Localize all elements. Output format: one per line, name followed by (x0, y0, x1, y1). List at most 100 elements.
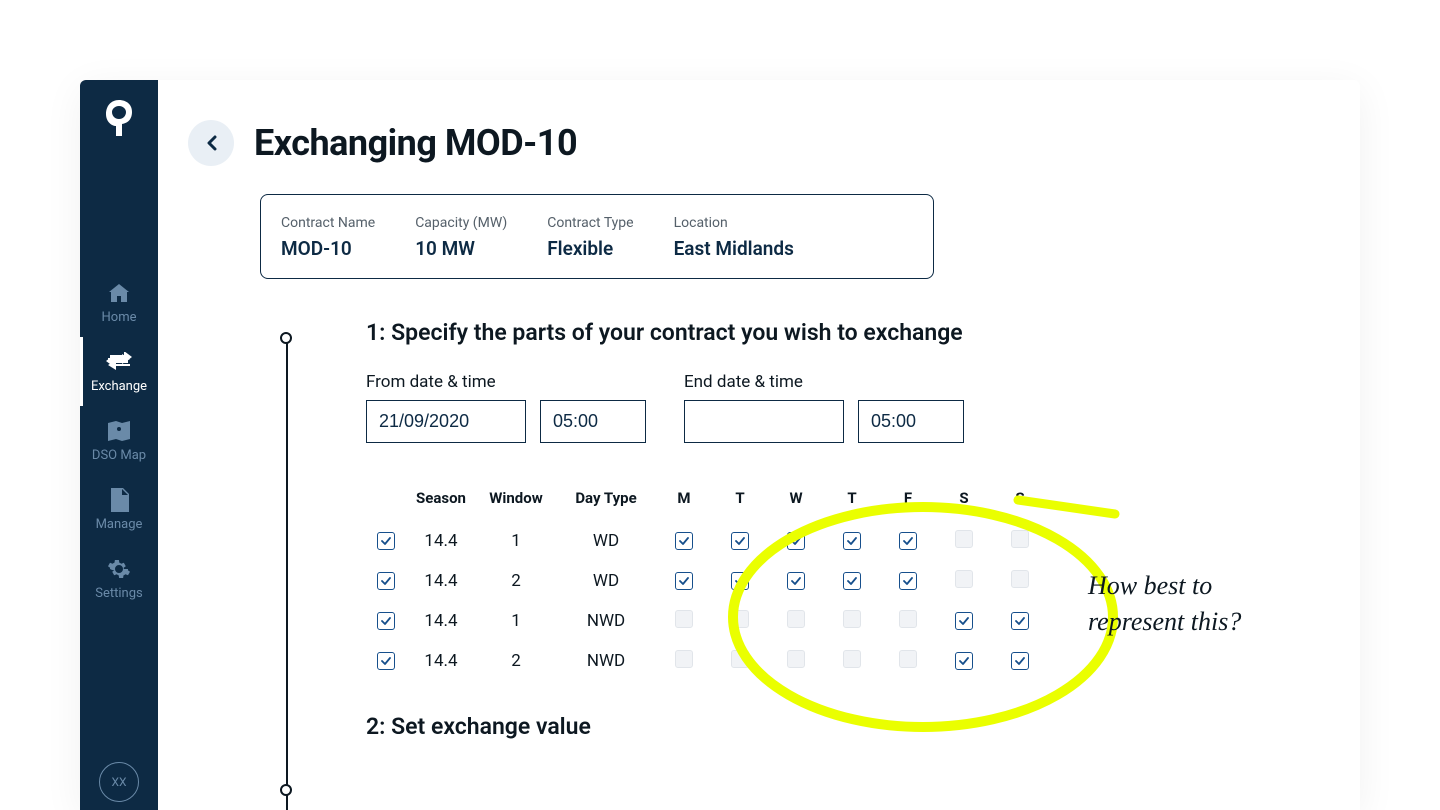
row-select-checkbox[interactable] (377, 652, 395, 670)
capacity-value: 10 MW (415, 237, 507, 260)
exchange-icon (105, 349, 133, 375)
nav-manage-label: Manage (96, 517, 143, 532)
day-checkbox[interactable] (1011, 612, 1029, 630)
avatar-initials: XX (111, 775, 126, 789)
cell-season: 14.4 (406, 611, 476, 631)
timeline-line (286, 338, 288, 810)
day-checkbox[interactable] (787, 532, 805, 550)
table-row: 14.42NWD (366, 641, 1066, 681)
main-content: Exchanging MOD-10 Contract Name MOD-10 C… (158, 80, 1360, 810)
row-select-checkbox[interactable] (377, 572, 395, 590)
row-select-checkbox[interactable] (377, 532, 395, 550)
th-mon: M (656, 489, 712, 507)
cell-season: 14.4 (406, 531, 476, 551)
cell-daytype: WD (556, 571, 656, 591)
map-icon (105, 418, 133, 444)
contract-name-label: Contract Name (281, 215, 375, 231)
nav-home-label: Home (102, 310, 137, 325)
avatar[interactable]: XX (99, 762, 139, 802)
end-date-input[interactable] (684, 400, 844, 443)
day-checkbox[interactable] (675, 532, 693, 550)
day-checkbox (899, 610, 917, 628)
annotation-text: How best to represent this? (1088, 568, 1241, 641)
location-value: East Midlands (674, 237, 794, 260)
days-table: Season Window Day Type M T W T F S S 14.… (366, 489, 1066, 681)
table-row: 14.41WD (366, 521, 1066, 561)
gear-icon (105, 556, 133, 582)
from-date-input[interactable] (366, 400, 526, 443)
section1-title: 1: Specify the parts of your contract yo… (366, 319, 1360, 346)
day-checkbox[interactable] (787, 572, 805, 590)
cell-window: 1 (476, 531, 556, 551)
day-checkbox (955, 570, 973, 588)
day-checkbox[interactable] (899, 532, 917, 550)
back-button[interactable] (188, 120, 234, 166)
day-checkbox (787, 650, 805, 668)
day-checkbox[interactable] (843, 532, 861, 550)
day-checkbox (731, 610, 749, 628)
cell-daytype: NWD (556, 611, 656, 631)
table-row: 14.41NWD (366, 601, 1066, 641)
nav-exchange[interactable]: Exchange (80, 337, 158, 406)
th-daytype: Day Type (556, 489, 656, 507)
day-checkbox[interactable] (955, 612, 973, 630)
end-time-input[interactable] (858, 400, 964, 443)
day-checkbox[interactable] (731, 572, 749, 590)
day-checkbox (675, 650, 693, 668)
contract-name-value: MOD-10 (281, 237, 375, 260)
th-fri: F (880, 489, 936, 507)
from-time-input[interactable] (540, 400, 646, 443)
day-checkbox[interactable] (843, 572, 861, 590)
contract-info-card: Contract Name MOD-10 Capacity (MW) 10 MW… (260, 194, 934, 279)
nav-dsomap[interactable]: DSO Map (80, 406, 158, 475)
day-checkbox (1011, 570, 1029, 588)
contract-type-label: Contract Type (547, 215, 633, 231)
th-thu: T (824, 489, 880, 507)
th-sat: S (936, 489, 992, 507)
day-checkbox (899, 650, 917, 668)
cell-window: 2 (476, 651, 556, 671)
th-sun: S (992, 489, 1048, 507)
timeline-dot-2 (280, 784, 292, 796)
capacity-label: Capacity (MW) (415, 215, 507, 231)
nav-dsomap-label: DSO Map (92, 448, 146, 463)
th-season: Season (406, 489, 476, 507)
day-checkbox (955, 530, 973, 548)
table-row: 14.42WD (366, 561, 1066, 601)
day-checkbox[interactable] (1011, 652, 1029, 670)
cell-season: 14.4 (406, 651, 476, 671)
location-label: Location (674, 215, 794, 231)
end-date-label: End date & time (684, 372, 964, 392)
row-select-checkbox[interactable] (377, 612, 395, 630)
page-title: Exchanging MOD-10 (254, 122, 577, 164)
day-checkbox (843, 650, 861, 668)
day-checkbox (731, 650, 749, 668)
th-wed: W (768, 489, 824, 507)
nav-settings-label: Settings (95, 586, 142, 601)
cell-window: 2 (476, 571, 556, 591)
th-tue: T (712, 489, 768, 507)
nav-exchange-label: Exchange (91, 379, 147, 394)
home-icon (105, 280, 133, 306)
cell-daytype: WD (556, 531, 656, 551)
nav-home[interactable]: Home (80, 268, 158, 337)
app-logo (102, 98, 136, 138)
from-date-label: From date & time (366, 372, 646, 392)
nav-settings[interactable]: Settings (80, 544, 158, 613)
contract-type-value: Flexible (547, 237, 633, 260)
day-checkbox[interactable] (731, 532, 749, 550)
cell-daytype: NWD (556, 651, 656, 671)
day-checkbox[interactable] (675, 572, 693, 590)
day-checkbox[interactable] (899, 572, 917, 590)
day-checkbox (1011, 530, 1029, 548)
day-checkbox (843, 610, 861, 628)
day-checkbox (787, 610, 805, 628)
day-checkbox[interactable] (955, 652, 973, 670)
nav-manage[interactable]: Manage (80, 475, 158, 544)
cell-window: 1 (476, 611, 556, 631)
sidebar: Home Exchange DSO Map Manage Settings (80, 80, 158, 810)
timeline-dot-1 (280, 332, 292, 344)
chevron-left-icon (205, 135, 217, 151)
day-checkbox (675, 610, 693, 628)
file-icon (105, 487, 133, 513)
